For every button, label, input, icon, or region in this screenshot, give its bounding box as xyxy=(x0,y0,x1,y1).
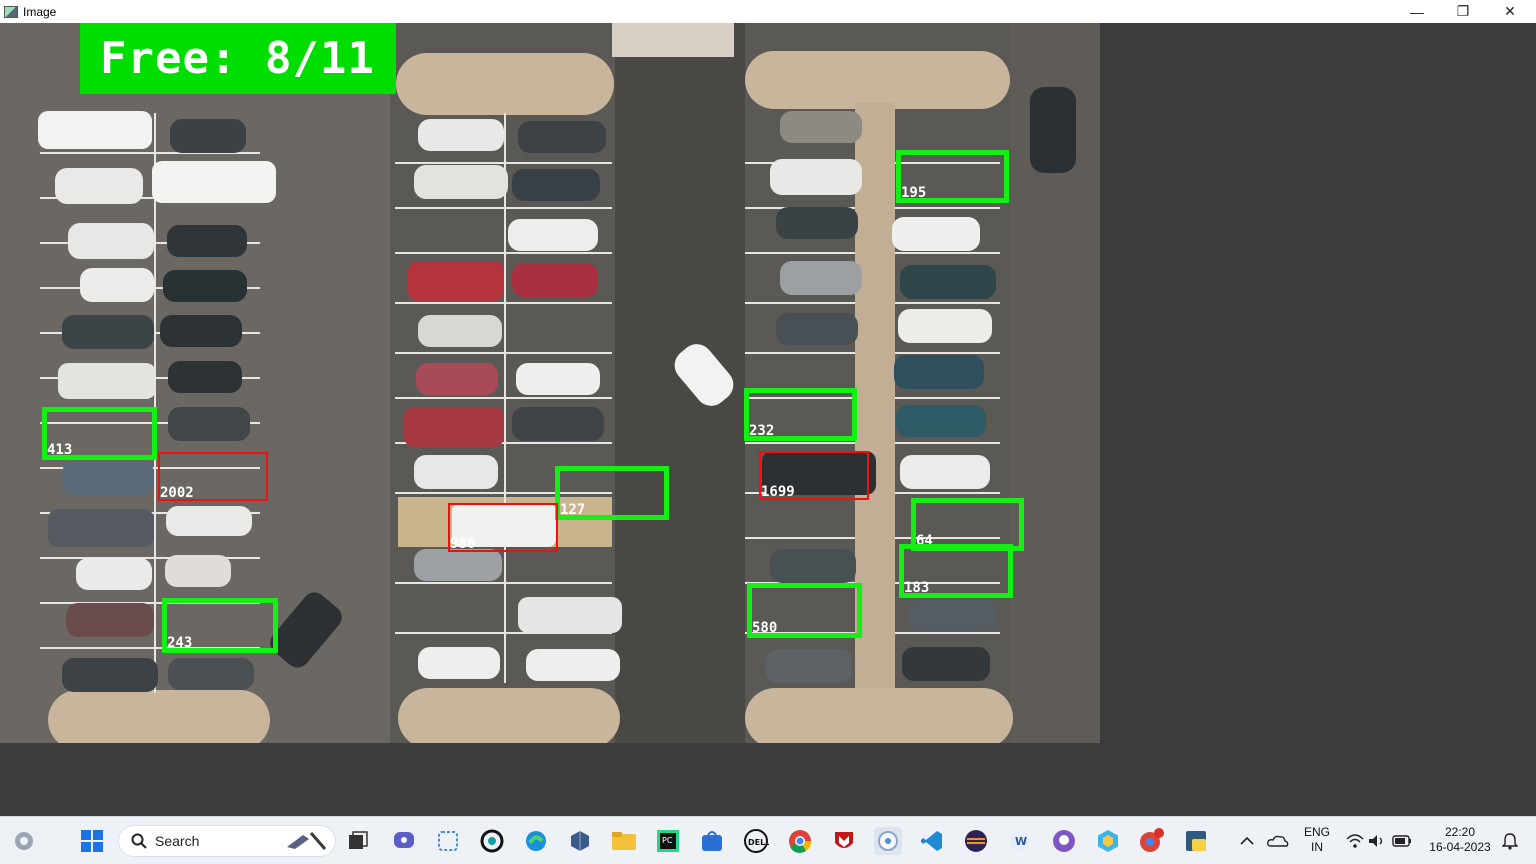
spot-id-label: 232 xyxy=(749,423,775,439)
language-indicator[interactable]: ENG IN xyxy=(1300,825,1334,855)
onedrive-icon[interactable] xyxy=(1264,827,1292,855)
python-icon[interactable] xyxy=(1182,827,1210,855)
taskbar-search-box[interactable]: Search xyxy=(118,825,336,857)
chat-icon[interactable] xyxy=(390,827,418,855)
parking-spot-127: 127 xyxy=(555,466,669,520)
parking-spot-243: 243 xyxy=(162,598,278,653)
parking-spot-2002: 2002 xyxy=(158,452,268,501)
file-explorer-icon[interactable] xyxy=(610,827,638,855)
search-icon xyxy=(131,833,147,849)
spot-id-label: 1699 xyxy=(761,484,795,500)
window-title: Image xyxy=(23,4,57,19)
parking-lot-image: Free: 8/11 195 413 232 2002 1699 127 986… xyxy=(0,23,1100,743)
spot-id-label: 243 xyxy=(167,635,193,651)
word-icon[interactable]: W xyxy=(1006,827,1034,855)
parking-spot-183: 183 xyxy=(899,544,1013,598)
edge-icon[interactable] xyxy=(522,827,550,855)
snipping-icon[interactable] xyxy=(434,827,462,855)
battery-icon[interactable] xyxy=(1388,827,1416,855)
spot-id-label: 183 xyxy=(904,580,930,596)
clock-date: 16-04-2023 xyxy=(1429,840,1491,854)
github-icon[interactable] xyxy=(1050,827,1078,855)
image-app-icon xyxy=(4,5,18,18)
language-code: ENG xyxy=(1303,825,1330,839)
chrome-profile-icon[interactable] xyxy=(1138,827,1166,855)
camera-icon[interactable] xyxy=(874,827,902,855)
clock-time: 22:20 xyxy=(1444,825,1476,839)
taskbar: Search PC DELL W ENG IN 22:20 16-04-2023 xyxy=(0,816,1536,864)
parking-spot-1699: 1699 xyxy=(759,451,869,500)
mcafee-icon[interactable] xyxy=(830,827,858,855)
svg-text:PC: PC xyxy=(662,836,673,845)
store-icon[interactable] xyxy=(698,827,726,855)
parking-spot-413: 413 xyxy=(42,407,157,460)
task-view-icon[interactable] xyxy=(344,827,372,855)
chrome-icon[interactable] xyxy=(786,827,814,855)
start-icon[interactable] xyxy=(78,827,106,855)
notification-bell-icon[interactable] xyxy=(1496,827,1524,855)
free-count-text: Free: 8/11 xyxy=(100,33,375,84)
close-button[interactable]: ✕ xyxy=(1487,0,1533,23)
eclipse-icon[interactable] xyxy=(962,827,990,855)
search-highlight-icon xyxy=(287,832,327,850)
svg-text:W: W xyxy=(1015,835,1027,848)
svg-text:DELL: DELL xyxy=(748,838,769,847)
parking-spot-195: 195 xyxy=(896,150,1009,203)
spot-id-label: 986 xyxy=(450,536,476,552)
widgets-icon[interactable] xyxy=(10,827,38,855)
clock[interactable]: 22:20 16-04-2023 xyxy=(1420,825,1500,855)
window-titlebar: Image — ❐ ✕ xyxy=(0,0,1536,23)
3d-icon[interactable] xyxy=(566,827,594,855)
chevron-up-icon[interactable] xyxy=(1233,827,1261,855)
spot-id-label: 580 xyxy=(752,620,778,636)
vscode-icon[interactable] xyxy=(918,827,946,855)
spot-id-label: 2002 xyxy=(160,485,194,501)
restore-button[interactable]: ❐ xyxy=(1440,0,1486,23)
volume-icon[interactable] xyxy=(1362,827,1390,855)
parking-spot-580: 580 xyxy=(747,583,862,638)
pycharm-icon[interactable]: PC xyxy=(654,827,682,855)
search-placeholder: Search xyxy=(155,833,200,849)
minimize-button[interactable]: — xyxy=(1394,0,1440,23)
dell-icon[interactable]: DELL xyxy=(742,827,770,855)
spot-id-label: 195 xyxy=(901,185,927,201)
region-code: IN xyxy=(1311,840,1323,854)
parking-spot-986: 986 xyxy=(448,503,558,552)
hexagon-icon[interactable] xyxy=(1094,827,1122,855)
parking-spot-232: 232 xyxy=(744,388,857,441)
copilot-icon[interactable] xyxy=(478,827,506,855)
spot-id-label: 127 xyxy=(560,502,586,518)
spot-id-label: 413 xyxy=(47,442,73,458)
free-count-overlay: Free: 8/11 xyxy=(80,23,396,94)
